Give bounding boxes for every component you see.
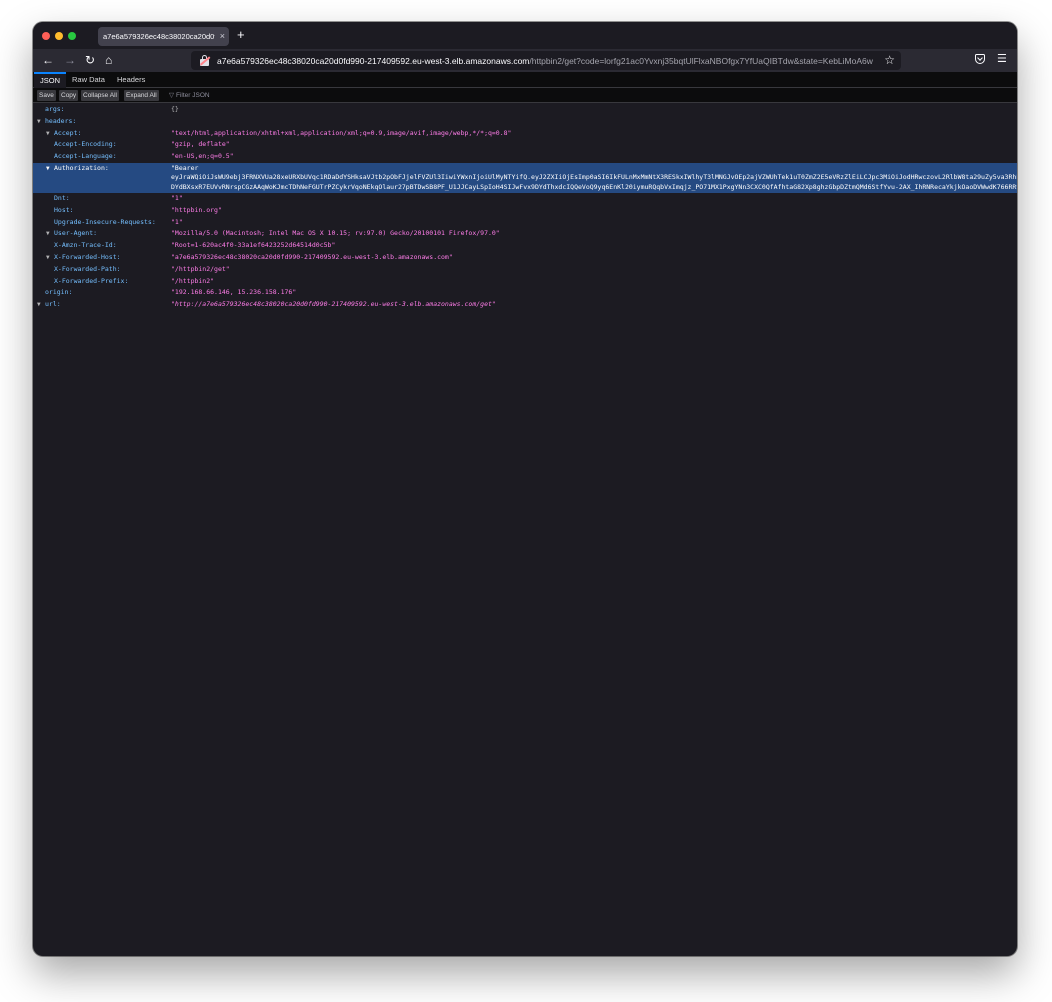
json-value: "gzip, deflate" (171, 140, 230, 149)
json-value: "1" (171, 193, 183, 202)
browser-window: a7e6a579326ec48c38020ca20d0fd990-2174095… (33, 22, 1017, 956)
back-arrow-icon[interactable]: ← (42, 53, 54, 67)
url-text[interactable]: a7e6a579326ec48c38020ca20d0fd990-2174095… (217, 56, 901, 66)
auth-line-3: DYdBXsxR7EUVvRNrspCGzAAqWoKJmcTDhNeFGUTr… (171, 182, 1017, 191)
json-key: args: (45, 105, 65, 113)
json-value: "text/html,application/xhtml+xml,applica… (171, 128, 512, 137)
auth-line-1: "Bearer (171, 163, 199, 172)
json-key: X-Amzn-Trace-Id: (54, 241, 117, 250)
tab-raw-data[interactable]: Raw Data (66, 72, 111, 88)
expand-triangle-icon[interactable]: ▼ (46, 163, 50, 175)
tab-strip: a7e6a579326ec48c38020ca20d0fd990-2174095… (33, 22, 1017, 49)
navigation-toolbar: ← → ↻ ⌂ a7e6a579326ec48c38020ca20d0fd990… (33, 49, 1017, 72)
json-row-headers[interactable]: ▼ headers: (33, 116, 1017, 128)
json-row[interactable]: X-Forwarded-Path: "/httpbin2/get" (33, 264, 1017, 276)
collapse-all-button[interactable]: Collapse All (81, 90, 119, 101)
new-tab-button[interactable]: + (237, 28, 245, 42)
expand-triangle-icon[interactable]: ▼ (46, 252, 50, 264)
minimize-window-button[interactable] (55, 32, 63, 40)
json-row[interactable]: Host: "httpbin.org" (33, 205, 1017, 217)
expand-triangle-icon[interactable]: ▼ (46, 228, 50, 240)
json-tree: args: {} ▼ headers: ▼ Accept: "text/html… (33, 104, 1017, 311)
json-key: X-Forwarded-Path: (54, 264, 121, 273)
json-value: "Mozilla/5.0 (Macintosh; Intel Mac OS X … (171, 229, 500, 238)
json-key: Accept-Encoding: (54, 140, 117, 149)
json-key: X-Forwarded-Host: (54, 252, 121, 261)
filter-placeholder: Filter JSON (176, 92, 210, 99)
json-key: Accept-Language: (54, 152, 117, 161)
expand-triangle-icon[interactable]: ▼ (37, 116, 41, 128)
bookmark-star-icon[interactable]: ☆ (881, 53, 895, 67)
hamburger-menu-icon[interactable]: ☰ (997, 52, 1007, 66)
json-value: {} (171, 105, 179, 113)
url-bar[interactable]: a7e6a579326ec48c38020ca20d0fd990-2174095… (191, 51, 901, 70)
json-key: headers: (45, 116, 77, 125)
json-key: Accept: (54, 128, 82, 137)
home-icon[interactable]: ⌂ (105, 53, 112, 67)
json-value: "/httpbin2" (171, 276, 215, 285)
json-toolbar: Save Copy Collapse All Expand All ▽ Filte… (33, 88, 1017, 103)
json-row-origin[interactable]: origin: "192.168.66.146, 15.236.158.176" (33, 287, 1017, 299)
zoom-window-button[interactable] (68, 32, 76, 40)
json-row[interactable]: X-Forwarded-Prefix: "/httpbin2" (33, 276, 1017, 288)
json-value: "192.168.66.146, 15.236.158.176" (171, 288, 297, 297)
tab-title: a7e6a579326ec48c38020ca20d0fd990-2174095… (103, 32, 215, 41)
tab-headers[interactable]: Headers (111, 72, 151, 88)
filter-icon: ▽ (169, 92, 174, 99)
json-row[interactable]: ▼ Accept: "text/html,application/xhtml+x… (33, 128, 1017, 140)
json-value-link[interactable]: "http://a7e6a579326ec48c38020ca20d0fd990… (171, 299, 496, 311)
pocket-icon[interactable] (975, 54, 985, 64)
url-host: a7e6a579326ec48c38020ca20d0fd990-2174095… (217, 55, 530, 66)
json-row[interactable]: ▼ X-Forwarded-Host: "a7e6a579326ec48c380… (33, 252, 1017, 264)
json-value: "/httpbin2/get" (171, 264, 230, 273)
tab-close-icon[interactable]: × (220, 30, 225, 42)
json-row-args[interactable]: args: {} (33, 104, 1017, 116)
json-row[interactable]: Dnt: "1" (33, 193, 1017, 205)
json-key: origin: (45, 288, 73, 297)
json-value: "1" (171, 217, 183, 226)
browser-tab[interactable]: a7e6a579326ec48c38020ca20d0fd990-2174095… (98, 27, 229, 46)
json-row-authorization-selected[interactable]: ▼ Authorization: "Bearer eyJraWQiOiJsWU9… (33, 162, 1017, 193)
json-row-url[interactable]: ▼ url: "http://a7e6a579326ec48c38020ca20… (33, 299, 1017, 311)
copy-button[interactable]: Copy (59, 90, 79, 101)
json-key: url: (45, 300, 61, 309)
tab-json[interactable]: JSON (34, 72, 67, 88)
expand-triangle-icon[interactable]: ▼ (37, 299, 41, 311)
json-key: X-Forwarded-Prefix: (54, 276, 129, 285)
json-row[interactable]: Accept-Language: "en-US,en;q=0.5" (33, 151, 1017, 163)
json-value: "a7e6a579326ec48c38020ca20d0fd990-217409… (171, 252, 453, 261)
reload-icon[interactable]: ↻ (85, 53, 95, 67)
close-window-button[interactable] (42, 32, 50, 40)
json-row[interactable]: X-Amzn-Trace-Id: "Root=1-620ac4f0-33a1ef… (33, 240, 1017, 252)
save-button[interactable]: Save (37, 90, 56, 101)
json-row[interactable]: Accept-Encoding: "gzip, deflate" (33, 139, 1017, 151)
expand-triangle-icon[interactable]: ▼ (46, 128, 50, 140)
json-key: Host: (54, 205, 74, 214)
json-viewer-tabs: JSON Raw Data Headers (33, 72, 1017, 88)
json-value: "httpbin.org" (171, 205, 222, 214)
json-row[interactable]: ▼ User-Agent: "Mozilla/5.0 (Macintosh; I… (33, 228, 1017, 240)
auth-line-2: eyJraWQiOiJsWU9ebj3FRNXVUa28xeURXbUVqc1R… (171, 173, 1017, 182)
json-key: Upgrade-Insecure-Requests: (54, 217, 156, 226)
filter-json-input[interactable]: ▽ Filter JSON (169, 90, 210, 101)
json-value: "Root=1-620ac4f0-33a1ef6423252d64514d0c5… (171, 241, 336, 250)
insecure-lock-icon[interactable] (199, 55, 211, 66)
authorization-value: "Bearer eyJraWQiOiJsWU9ebj3FRNXVUa28xeUR… (171, 164, 1017, 193)
json-key: User-Agent: (54, 229, 98, 238)
json-key: Dnt: (54, 193, 70, 202)
url-path: /httpbin2/get?code=lorfg21ac0Yvxnj35bqtU… (529, 55, 873, 66)
json-value: "en-US,en;q=0.5" (171, 152, 234, 161)
expand-all-button[interactable]: Expand All (124, 90, 159, 101)
json-key: Authorization: (54, 163, 109, 172)
forward-arrow-icon[interactable]: → (64, 53, 76, 67)
json-row[interactable]: Upgrade-Insecure-Requests: "1" (33, 217, 1017, 229)
